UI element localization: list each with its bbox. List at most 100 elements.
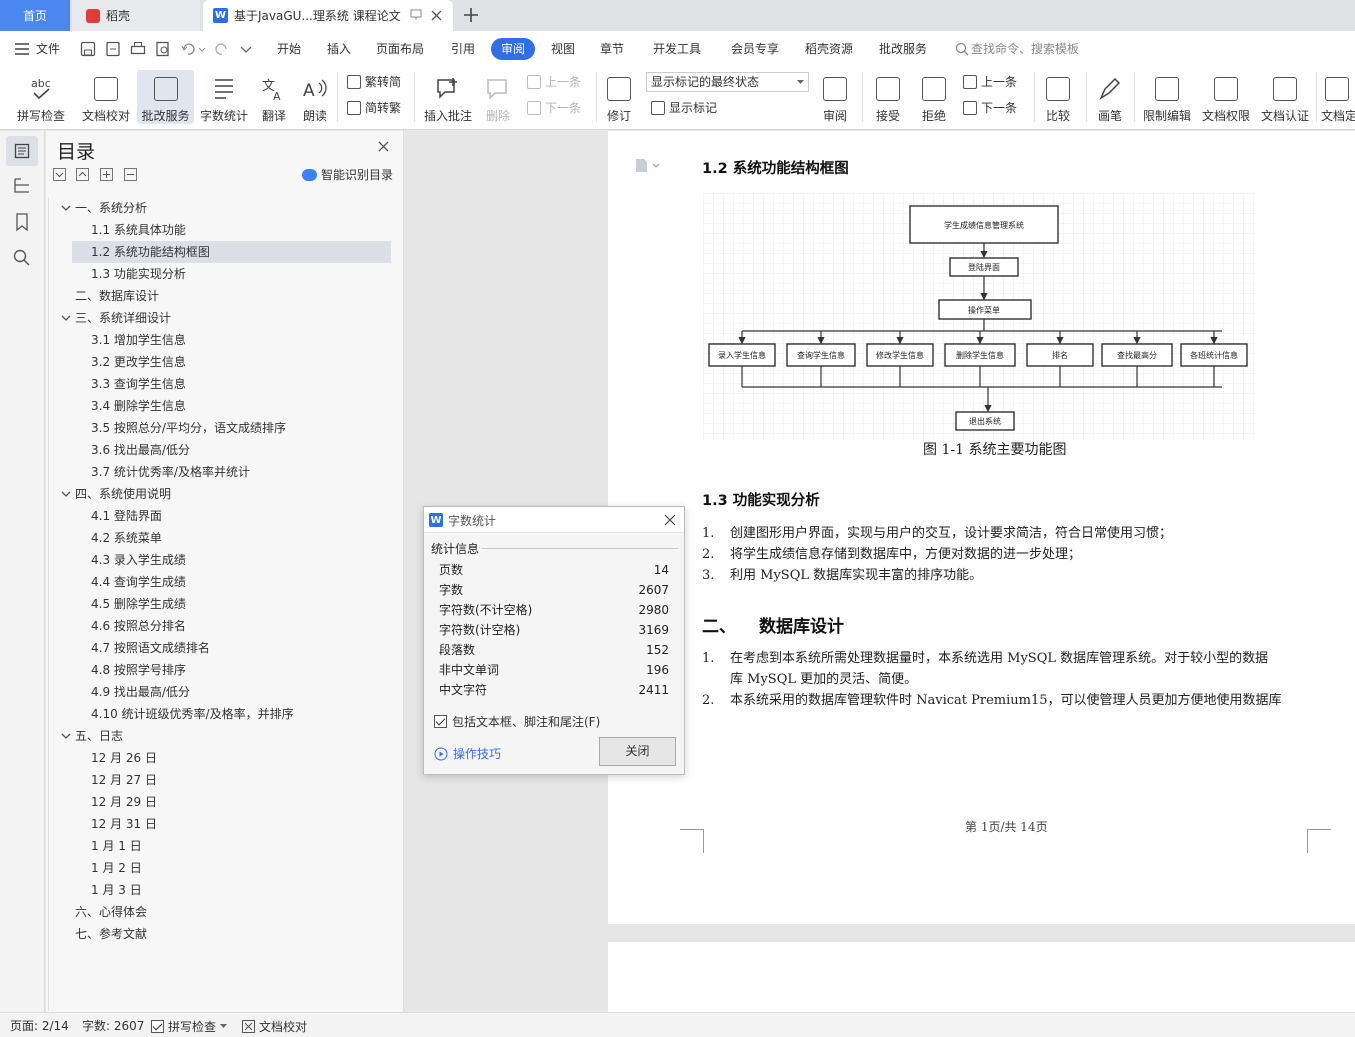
doc-certify-button[interactable]: 文档认证 (1259, 70, 1311, 124)
show-markup-button[interactable]: 显示标记 (651, 98, 717, 118)
trad-to-simp-button[interactable]: 繁转简 (347, 72, 401, 92)
word-count-button[interactable]: 字数统计 (198, 70, 250, 124)
toc-item[interactable]: 四、系统使用说明 (75, 483, 171, 505)
prev-change-button[interactable]: 上一条 (963, 72, 1017, 92)
toc-rail-button[interactable] (6, 136, 38, 166)
toc-item[interactable]: 3.6 找出最高/低分 (91, 439, 190, 461)
expand-all-icon[interactable] (53, 168, 66, 181)
pen-button[interactable]: 画笔 (1094, 70, 1126, 124)
remove-heading-icon[interactable] (124, 168, 137, 181)
close-button[interactable]: 关闭 (599, 737, 676, 766)
new-tab-icon[interactable] (463, 7, 479, 23)
export-pdf-icon[interactable] (105, 41, 121, 57)
reject-button[interactable]: 拒绝 (916, 70, 952, 124)
delete-comment-button[interactable]: 删除 (480, 70, 516, 124)
spellcheck-status[interactable]: 拼写检查 (151, 1018, 228, 1035)
proofread-status[interactable]: 文档校对 (242, 1018, 307, 1035)
undo-icon[interactable] (180, 41, 206, 57)
toc-item[interactable]: 4.9 找出最高/低分 (91, 681, 190, 703)
menu-developer[interactable]: 开发工具 (653, 38, 701, 60)
search-rail-icon[interactable] (11, 247, 33, 269)
save-icon[interactable] (80, 41, 96, 57)
doc-check-button[interactable]: 文档校对 (80, 70, 132, 124)
toc-item[interactable]: 12 月 27 日 (91, 769, 157, 791)
paragraph-menu-icon[interactable] (635, 158, 661, 173)
menu-view[interactable]: 视图 (551, 38, 575, 60)
toc-item[interactable]: 4.5 删除学生成绩 (91, 593, 186, 615)
toc-item[interactable]: 1.2 系统功能结构框图 (72, 241, 391, 263)
toc-item[interactable]: 3.5 按照总分/平均分，语文成绩排序 (91, 417, 286, 439)
menu-insert[interactable]: 插入 (327, 38, 351, 60)
toc-item[interactable]: 4.2 系统菜单 (91, 527, 162, 549)
bookmark-rail-icon[interactable] (11, 211, 33, 233)
tab-home[interactable]: 首页 (0, 0, 70, 31)
toc-item[interactable]: 4.7 按照语文成绩排名 (91, 637, 210, 659)
menu-daoke-resources[interactable]: 稻壳资源 (805, 38, 853, 60)
toc-item[interactable]: 七、参考文献 (75, 923, 147, 945)
track-changes-button[interactable]: 修订 (602, 70, 636, 124)
menu-correction-service[interactable]: 批改服务 (879, 38, 927, 60)
document-page-2[interactable] (608, 942, 1355, 1012)
close-tab-icon[interactable] (431, 10, 442, 21)
hamburger-menu-icon[interactable] (15, 43, 30, 55)
redo-icon[interactable] (214, 41, 230, 57)
print-icon[interactable] (130, 41, 146, 57)
smart-toc-button[interactable]: 智能识别目录 (302, 166, 393, 183)
toc-item[interactable]: 3.1 增加学生信息 (91, 329, 186, 351)
tab-daoke[interactable]: 稻壳 (72, 0, 200, 31)
close-icon[interactable] (664, 514, 676, 526)
restrict-edit-button[interactable]: 限制编辑 (1141, 70, 1193, 124)
simp-to-trad-button[interactable]: 简转繁 (347, 98, 401, 118)
toc-item[interactable]: 一、系统分析 (75, 197, 147, 219)
prev-comment-button[interactable]: 上一条 (527, 72, 581, 92)
chevron-down-icon[interactable] (61, 731, 71, 741)
customize-toolbar-icon[interactable] (240, 44, 252, 54)
document-page[interactable]: 1.2 系统功能结构框图 学生成绩信息管理系统 登陆界面 操作菜单 录入学生信息… (608, 131, 1355, 924)
toc-item[interactable]: 4.4 查询学生成绩 (91, 571, 186, 593)
close-pane-icon[interactable] (378, 141, 389, 152)
file-menu[interactable]: 文件 (36, 38, 60, 60)
toc-item[interactable]: 12 月 31 日 (91, 813, 157, 835)
command-search-input[interactable]: 查找命令、搜索模板 (971, 38, 1079, 60)
spellcheck-button[interactable]: abc 拼写检查 (10, 70, 72, 124)
toc-item[interactable]: 4.1 登陆界面 (91, 505, 162, 527)
toc-item[interactable]: 六、心得体会 (75, 901, 147, 923)
chevron-down-icon[interactable] (61, 203, 71, 213)
next-change-button[interactable]: 下一条 (963, 98, 1017, 118)
chevron-down-icon[interactable] (61, 489, 71, 499)
translate-button[interactable]: 文A 翻译 (256, 70, 292, 124)
tips-link[interactable]: 操作技巧 (434, 745, 501, 762)
toc-item[interactable]: 3.3 查询学生信息 (91, 373, 186, 395)
toc-item[interactable]: 3.7 统计优秀率/及格率并统计 (91, 461, 250, 483)
toc-item[interactable]: 二、数据库设计 (75, 285, 159, 307)
menu-reference[interactable]: 引用 (451, 38, 475, 60)
toc-item[interactable]: 五、日志 (75, 725, 123, 747)
next-comment-button[interactable]: 下一条 (527, 98, 581, 118)
toc-item[interactable]: 4.10 统计班级优秀率/及格率，并排序 (91, 703, 294, 725)
toc-item[interactable]: 4.6 按照总分排名 (91, 615, 186, 637)
print-preview-icon[interactable] (155, 41, 171, 57)
menu-start[interactable]: 开始 (277, 38, 301, 60)
include-footnotes-checkbox[interactable]: 包括文本框、脚注和尾注(F) (434, 713, 600, 730)
toc-item[interactable]: 4.8 按照学号排序 (91, 659, 186, 681)
markup-state-select[interactable]: 显示标记的最终状态 (646, 72, 809, 92)
add-heading-icon[interactable] (100, 168, 113, 181)
toc-item[interactable]: 3.2 更改学生信息 (91, 351, 186, 373)
outline-rail-icon[interactable] (11, 174, 33, 196)
insert-comment-button[interactable]: 插入批注 (422, 70, 474, 124)
pin-window-icon[interactable] (410, 9, 422, 21)
chevron-down-icon[interactable] (61, 313, 71, 323)
toc-item[interactable]: 1 月 3 日 (91, 879, 142, 901)
menu-page-layout[interactable]: 页面布局 (376, 38, 424, 60)
compare-button[interactable]: 比较 (1040, 70, 1076, 124)
menu-review[interactable]: 审阅 (491, 38, 536, 60)
review-pane-button[interactable]: 审阅 (816, 70, 854, 124)
toc-item[interactable]: 1.3 功能实现分析 (91, 263, 186, 285)
accept-button[interactable]: 接受 (870, 70, 906, 124)
word-count-indicator[interactable]: 字数: 2607 (82, 1017, 144, 1034)
toc-item[interactable]: 4.3 录入学生成绩 (91, 549, 186, 571)
tab-document[interactable]: W 基于JavaGU...理系统 课程论文 (203, 0, 453, 31)
menu-member[interactable]: 会员专享 (731, 38, 779, 60)
toc-item[interactable]: 12 月 26 日 (91, 747, 157, 769)
toc-item[interactable]: 1 月 2 日 (91, 857, 142, 879)
